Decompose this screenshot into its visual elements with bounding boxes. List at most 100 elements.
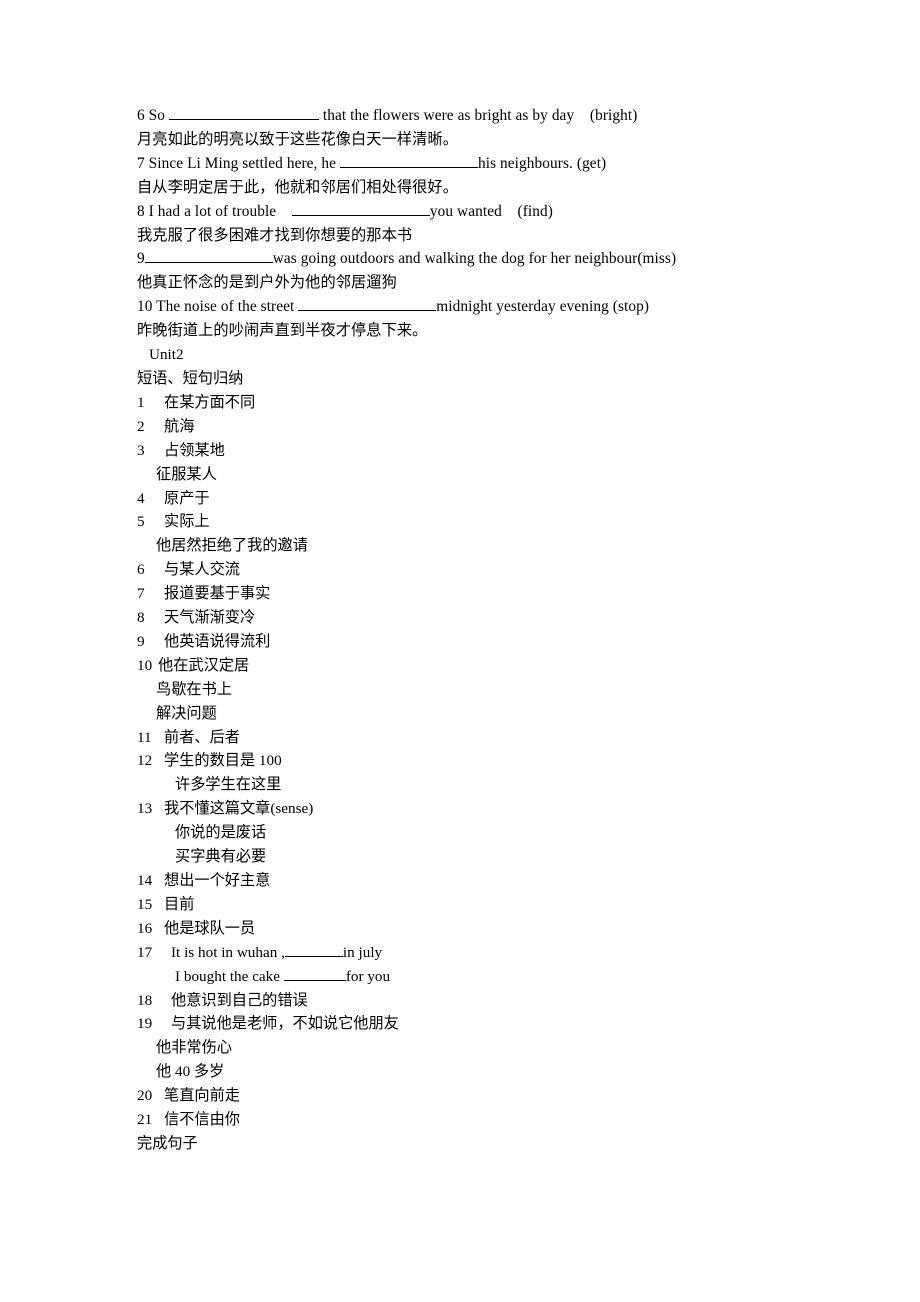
answer-blank[interactable] [168, 104, 319, 120]
vocab-item-label: 在某方面不同 [164, 393, 256, 411]
answer-blank[interactable] [339, 152, 478, 168]
vocab-item-number: 20 [137, 1087, 153, 1105]
exercise-text-before-blank: 9 [137, 250, 145, 268]
vocab-item-number: 7 [137, 585, 145, 603]
vocab-item-label: 他是球队一员 [164, 919, 256, 937]
answer-blank[interactable] [144, 248, 273, 264]
vocab-item-label: 目前 [164, 895, 195, 913]
exercise-text-after-blank: in july [342, 943, 383, 961]
exercise-translation: 月亮如此的明亮以致于这些花像白天一样清晰。 [137, 130, 459, 148]
section-title: 短语、短句归纳 [137, 369, 244, 387]
answer-blank[interactable] [298, 296, 437, 312]
vocab-item-label: 我不懂这篇文章(sense) [164, 800, 314, 818]
vocab-item-label: 前者、后者 [164, 728, 240, 746]
exercise-text-before-blank: 6 So [137, 107, 169, 124]
vocab-item: 18 他意识到自己的错误 [137, 989, 777, 1013]
exercise-text-after-blank: was going outdoors and walking the dog f… [272, 250, 677, 268]
vocab-sub-line: 他居然拒绝了我的邀请 [156, 537, 308, 555]
exercise-prompt: 7 Since Li Ming settled here, he his nei… [137, 152, 777, 176]
vocab-item-label: 他意识到自己的错误 [171, 991, 308, 1009]
vocab-item-number: 14 [137, 872, 153, 889]
vocab-item-label: 他在武汉定居 [158, 656, 250, 674]
document-body: 6 So that the flowers were as bright as … [137, 104, 777, 1156]
vocab-item: 14 想出一个好主意 [137, 869, 777, 893]
exercise-text-after-blank: you wanted (find) [429, 202, 553, 220]
vocab-item-17: 17 It is hot in wuhan , in july I bought th… [137, 941, 777, 989]
vocab-item-number: 19 [137, 1015, 153, 1033]
answer-blank[interactable] [291, 200, 430, 216]
vocab-item: 5 实际上 [137, 510, 777, 534]
exercise-text-before-blank: I bought the cake [175, 967, 284, 985]
vocab-item-number: 11 [137, 728, 152, 746]
vocab-item-label: 笔直向前走 [164, 1087, 240, 1105]
exercise-text-after-blank: midnight yesterday evening (stop) [436, 298, 650, 316]
vocab-item-label: 学生的数目是 100 [164, 752, 282, 770]
exercise-text-before-blank: 7 Since Li Ming settled here, he [137, 154, 340, 172]
exercise-prompt: 8 I had a lot of trouble you wanted (fin… [137, 200, 777, 224]
exercise-text-before-blank: 10 The noise of the street [137, 298, 299, 316]
vocab-item: 13 我不懂这篇文章(sense) [137, 797, 777, 821]
exercise-translation: 昨晚街道上的吵闹声直到半夜才停息下来。 [137, 322, 428, 340]
vocab-item: 9 他英语说得流利 [137, 630, 777, 654]
vocab-list-bottom: 18 他意识到自己的错误 19 与其说他是老师，不如说它他朋友他非常伤心他 40 多岁… [137, 989, 777, 1132]
unit-title: Unit2 [149, 346, 184, 364]
vocab-item-label: 实际上 [164, 513, 210, 531]
vocab-item-label: 航海 [164, 417, 195, 435]
vocab-sub-line: 你说的是废话 [175, 824, 267, 842]
vocab-item: 8 天气渐渐变冷 [137, 606, 777, 630]
exercise-translation: 他真正怀念的是到户外为他的邻居遛狗 [137, 274, 397, 292]
vocab-item-number: 13 [137, 800, 153, 818]
vocab-item-label: 信不信由你 [164, 1111, 240, 1129]
vocab-item-number: 3 [137, 441, 145, 459]
vocab-sub-line: 解决问题 [156, 704, 217, 722]
vocab-item-label: 报道要基于事实 [164, 585, 271, 603]
vocab-item-number: 18 [137, 991, 153, 1009]
closing-line: 完成句子 [137, 1134, 198, 1152]
vocab-item-number: 1 [137, 393, 145, 411]
exercise-prompt: 6 So that the flowers were as bright as … [137, 104, 777, 128]
vocab-sub-line: 征服某人 [156, 465, 217, 483]
vocab-sub-line: 买字典有必要 [175, 848, 267, 866]
vocab-item: 10 他在武汉定居 [137, 654, 777, 678]
vocab-item-number: 16 [137, 919, 153, 937]
vocab-item-label: 与某人交流 [164, 561, 240, 579]
vocab-sub-line: 他 40 多岁 [156, 1063, 225, 1081]
vocab-item-number: 9 [137, 632, 145, 650]
vocab-sub-line: 他非常伤心 [156, 1039, 232, 1057]
vocab-item-number: 6 [137, 561, 145, 579]
vocab-item: 11 前者、后者 [137, 726, 777, 750]
vocab-list-top: 1 在某方面不同 2 航海 3 占领某地征服某人 4 原产于 5 实际上他居然拒绝了我的邀请 6 与某… [137, 391, 777, 941]
exercise-text-before-blank: It is hot in wuhan , [171, 943, 285, 961]
vocab-item: 4 原产于 [137, 487, 777, 511]
vocab-item: 1 在某方面不同 [137, 391, 777, 415]
vocab-item: 20 笔直向前走 [137, 1084, 777, 1108]
vocab-item-number: 17 [137, 943, 153, 961]
vocab-item: 12 学生的数目是 100 [137, 749, 777, 773]
exercise-prompt: 10 The noise of the street midnight yest… [137, 295, 777, 319]
document-page: 6 So that the flowers were as bright as … [0, 0, 920, 1302]
vocab-item: 6 与某人交流 [137, 558, 777, 582]
vocab-item-number: 10 [137, 656, 153, 674]
exercise-prompt: 9 was going outdoors and walking the dog … [137, 247, 777, 271]
vocab-sub-line: 鸟歇在书上 [156, 680, 232, 698]
vocab-item-number: 5 [137, 513, 145, 531]
exercise-text-after-blank: for you [345, 967, 391, 985]
answer-blank[interactable] [284, 941, 343, 957]
vocab-sub-line: 许多学生在这里 [175, 776, 282, 794]
exercise-translation: 我克服了很多困难才找到你想要的那本书 [137, 226, 413, 244]
vocab-item: 16 他是球队一员 [137, 917, 777, 941]
vocab-item: 7 报道要基于事实 [137, 582, 777, 606]
vocab-item-number: 4 [137, 489, 145, 507]
exercise-translation: 自从李明定居于此，他就和邻居们相处得很好。 [137, 178, 459, 196]
vocab-item-label: 他英语说得流利 [164, 632, 271, 650]
vocab-item-label: 想出一个好主意 [164, 872, 271, 889]
vocab-item: 2 航海 [137, 415, 777, 439]
vocab-item-number: 15 [137, 895, 153, 913]
vocab-item-label: 原产于 [164, 489, 210, 507]
vocab-item-label: 与其说他是老师，不如说它他朋友 [171, 1015, 399, 1033]
answer-blank[interactable] [283, 965, 346, 981]
vocab-item: 15 目前 [137, 893, 777, 917]
vocab-item: 3 占领某地 [137, 439, 777, 463]
vocab-item: 17 It is hot in wuhan , in july [137, 941, 777, 965]
vocab-item: 21 信不信由你 [137, 1108, 777, 1132]
